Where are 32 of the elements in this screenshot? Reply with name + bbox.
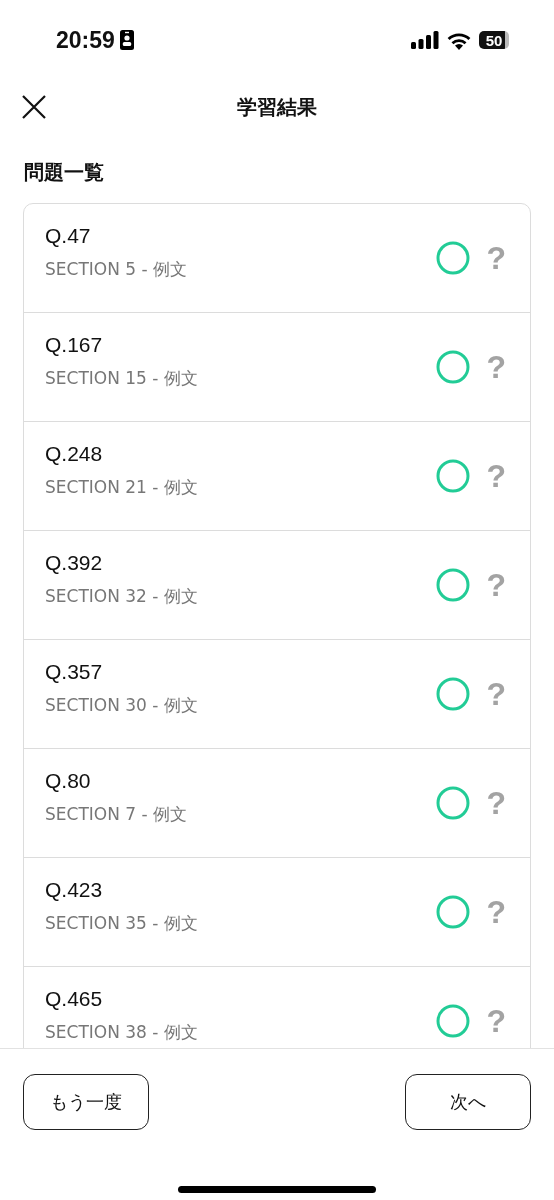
close-icon	[22, 95, 46, 119]
question-row[interactable]: Q.392 SECTION 32 - 例文 ?	[24, 531, 530, 640]
question-number: Q.423	[45, 877, 103, 902]
status-time: 20:59	[56, 26, 115, 54]
question-row[interactable]: Q.47 SECTION 5 - 例文 ?	[24, 204, 530, 313]
question-number: Q.248	[45, 441, 103, 466]
footer-button[interactable]: もう一度	[23, 1074, 149, 1130]
question-section: SECTION 5 - 例文	[45, 257, 188, 281]
question-section: SECTION 30 - 例文	[45, 693, 198, 717]
footer-button[interactable]: 次へ	[405, 1074, 531, 1130]
screen-title: 学習結果	[237, 94, 317, 121]
question-section: SECTION 38 - 例文	[45, 1020, 198, 1044]
close-button[interactable]	[22, 95, 46, 119]
question-number: Q.392	[45, 550, 103, 575]
question-number: Q.465	[45, 986, 103, 1011]
question-section: SECTION 21 - 例文	[45, 475, 198, 499]
id-card-icon	[119, 30, 134, 50]
battery-icon: 50	[479, 31, 509, 49]
question-section: SECTION 35 - 例文	[45, 911, 198, 935]
question-number: Q.47	[45, 223, 91, 248]
question-row[interactable]: Q.80 SECTION 7 - 例文 ?	[24, 749, 530, 858]
question-row[interactable]: Q.423 SECTION 35 - 例文 ?	[24, 858, 530, 967]
question-row[interactable]: Q.167 SECTION 15 - 例文 ?	[24, 313, 530, 422]
signal-icon	[411, 31, 439, 49]
question-row[interactable]: Q.357 SECTION 30 - 例文 ?	[24, 640, 530, 749]
question-section: SECTION 7 - 例文	[45, 802, 188, 826]
question-section: SECTION 15 - 例文	[45, 366, 198, 390]
question-row[interactable]: Q.248 SECTION 21 - 例文 ?	[24, 422, 530, 531]
question-number: Q.357	[45, 659, 103, 684]
question-section: SECTION 32 - 例文	[45, 584, 198, 608]
question-number: Q.80	[45, 768, 91, 793]
question-number: Q.167	[45, 332, 103, 357]
